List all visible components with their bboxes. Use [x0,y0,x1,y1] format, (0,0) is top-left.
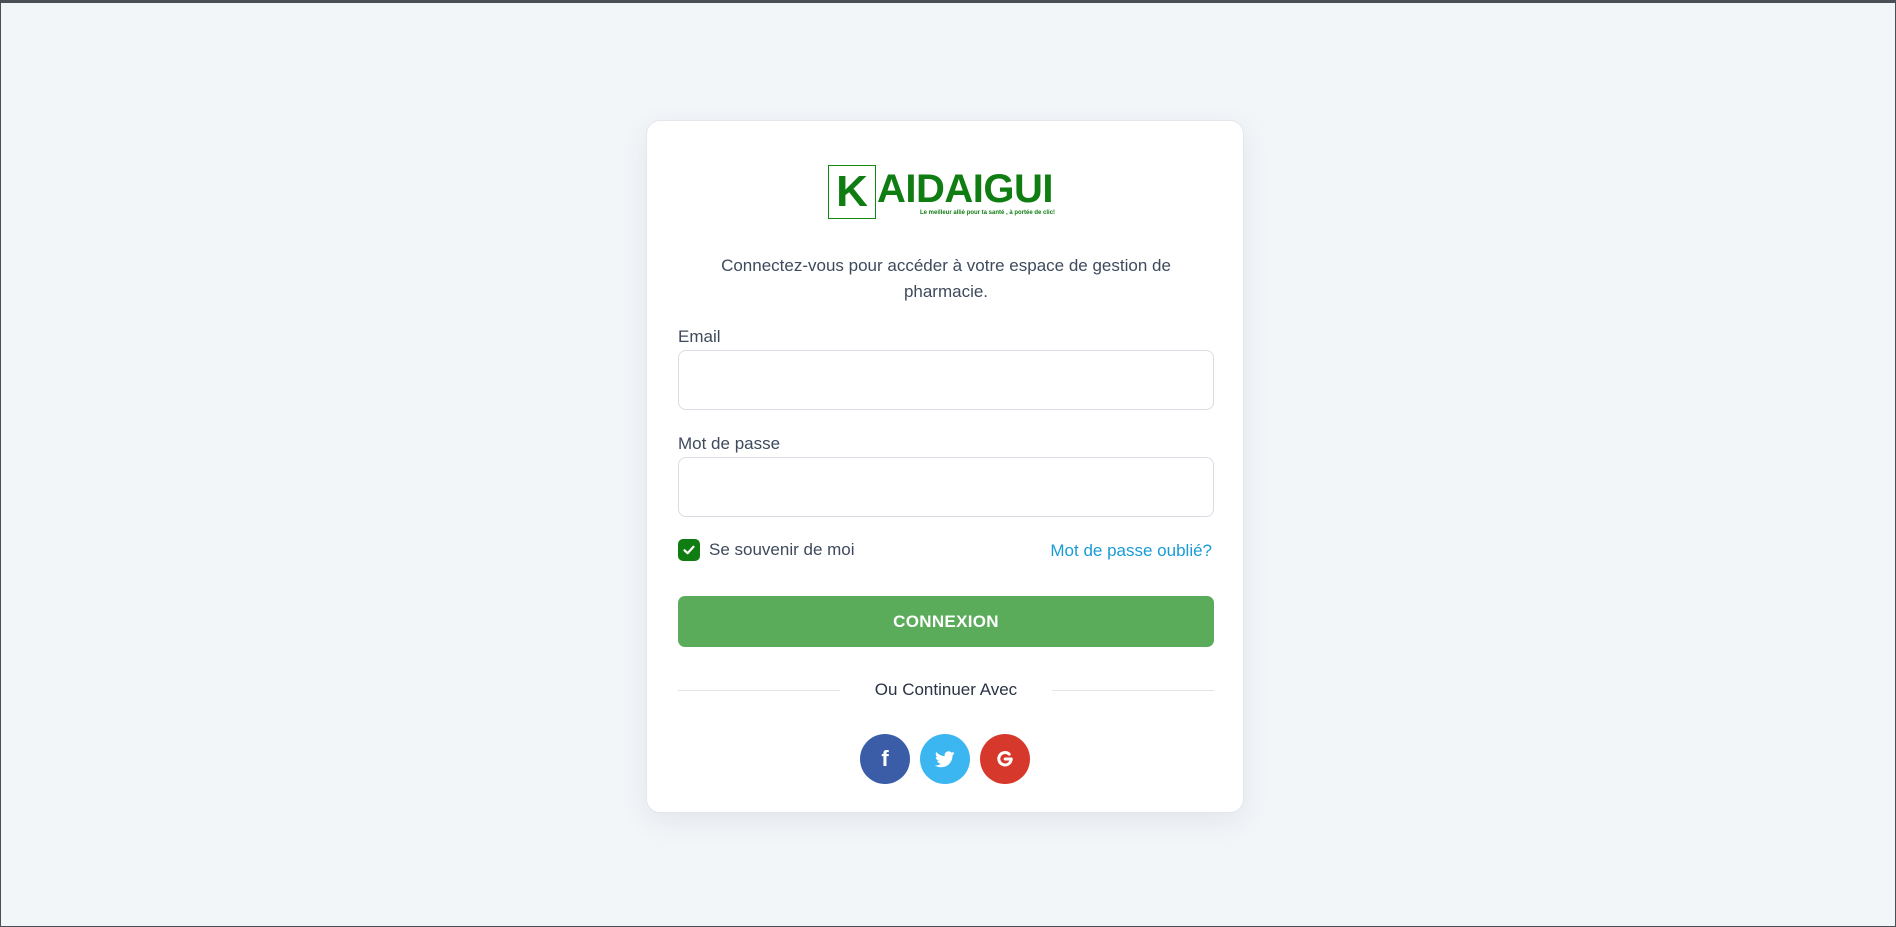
twitter-icon [935,750,955,767]
password-field[interactable] [678,457,1214,517]
logo-tagline: Le meilleur allié pour ta santé , à port… [920,210,1056,216]
remember-label: Se souvenir de moi [709,540,855,559]
facebook-login-button[interactable]: f [860,734,910,784]
facebook-icon: f [881,746,889,771]
password-label: Mot de passe [678,434,781,453]
login-button[interactable]: CONNEXION [678,596,1214,647]
remember-checkbox[interactable] [678,539,700,561]
google-login-button[interactable] [980,734,1030,784]
google-icon [997,751,1013,767]
brand-logo: K AIDAIGUI Le meilleur allié pour ta san… [828,165,1064,221]
divider-line-right [1052,690,1214,691]
social-divider-text: Ou Continuer Avec [874,680,1018,699]
login-card: K AIDAIGUI Le meilleur allié pour ta san… [646,120,1244,813]
divider-line-left [678,690,840,691]
login-intro-text: Connectez-vous pour accéder à votre espa… [721,256,1171,301]
logo-initial: K [828,165,876,219]
email-label: Email [678,327,721,346]
email-field[interactable] [678,350,1214,410]
logo-wordmark: AIDAIGUI [877,167,1054,211]
twitter-login-button[interactable] [920,734,970,784]
check-icon [683,545,695,555]
forgot-password-link[interactable]: Mot de passe oublié? [1050,540,1212,562]
remember-me[interactable]: Se souvenir de moi [678,539,855,561]
